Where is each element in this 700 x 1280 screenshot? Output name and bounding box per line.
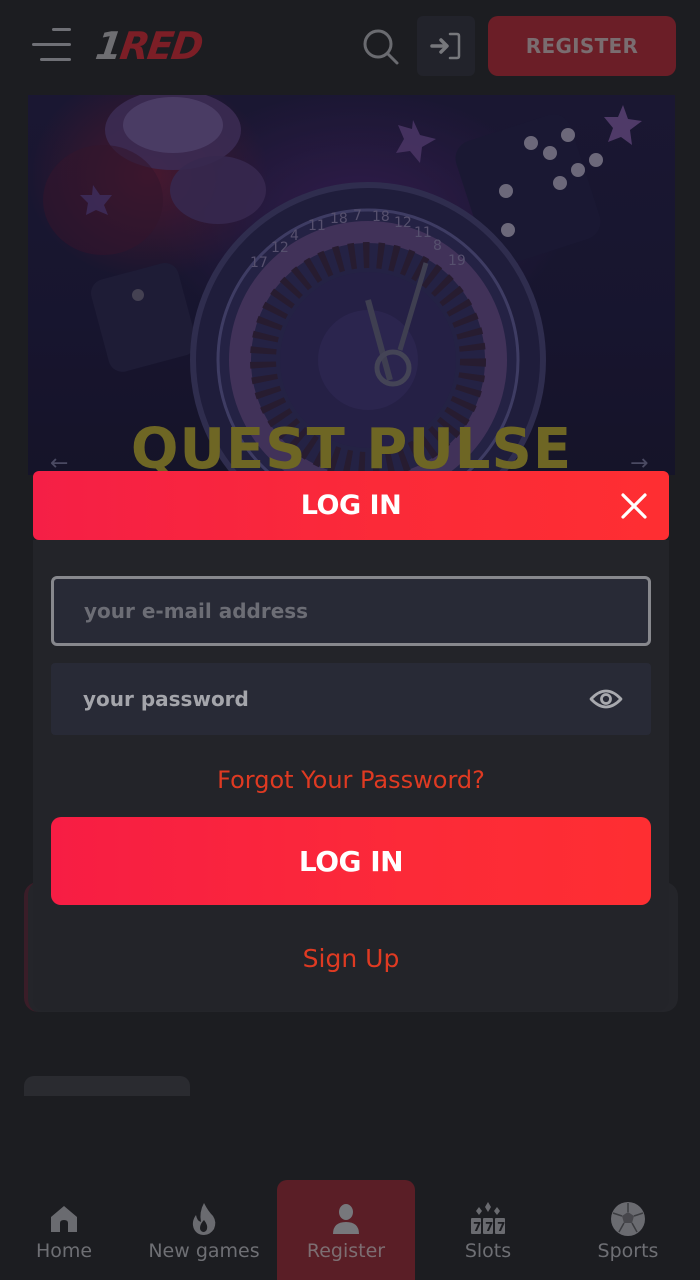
login-submit-button[interactable]: LOG IN <box>51 817 651 905</box>
sign-up-link[interactable]: Sign Up <box>33 944 669 973</box>
hamburger-icon[interactable] <box>32 26 72 62</box>
nav-item-register[interactable]: Register <box>277 1180 415 1280</box>
login-icon-button[interactable] <box>417 16 475 76</box>
sign-in-icon <box>430 32 461 60</box>
logo-text: RED <box>117 24 205 68</box>
soccer-ball-icon <box>611 1202 645 1236</box>
nav-label: Slots <box>464 1240 512 1262</box>
hero-title: QUEST PULSE <box>130 417 573 475</box>
email-input[interactable] <box>84 599 618 623</box>
nav-item-sports[interactable]: Sports <box>578 1180 678 1280</box>
nav-label: Register <box>306 1240 386 1262</box>
background-section-tab <box>24 1076 190 1096</box>
password-field-wrapper <box>51 663 651 735</box>
svg-text:7: 7 <box>485 1220 493 1234</box>
nav-label: Home <box>35 1240 93 1262</box>
nav-item-new-games[interactable]: New games <box>140 1180 268 1280</box>
logo[interactable]: 1RED <box>93 22 205 70</box>
login-modal: LOG IN Forgot Your <box>33 471 669 1011</box>
search-icon <box>363 29 399 65</box>
eye-icon <box>589 689 623 709</box>
search-button[interactable] <box>360 26 402 68</box>
forgot-password-link[interactable]: Forgot Your Password? <box>33 766 669 794</box>
header: 1RED REGISTER <box>0 0 700 92</box>
password-input[interactable] <box>83 687 571 711</box>
email-field-wrapper <box>51 576 651 646</box>
svg-text:7: 7 <box>473 1220 481 1234</box>
nav-label: Sports <box>597 1240 659 1262</box>
nav-item-slots[interactable]: 777 Slots <box>440 1180 536 1280</box>
show-password-button[interactable] <box>589 685 623 713</box>
bottom-nav: Home New games Register 7 7 7 Slots Spor… <box>0 1180 700 1280</box>
modal-title: LOG IN <box>300 490 402 521</box>
register-button[interactable]: REGISTER <box>488 16 676 76</box>
flame-icon <box>192 1203 216 1235</box>
nav-item-home[interactable]: Home <box>14 1180 114 1280</box>
close-icon <box>621 493 647 519</box>
slot-machine-icon: 777 <box>471 1202 505 1234</box>
nav-label: New games <box>148 1240 260 1262</box>
page: 1RED REGISTER 17 12 4 11 18 7 18 12 11 8… <box>0 0 700 1280</box>
home-icon <box>51 1206 77 1232</box>
hero-banner[interactable]: 17 12 4 11 18 7 18 12 11 8 19 QUEST PULS… <box>28 95 675 475</box>
close-button[interactable] <box>619 491 649 521</box>
user-icon <box>333 1204 359 1234</box>
svg-text:7: 7 <box>497 1220 505 1234</box>
modal-body: Forgot Your Password? LOG IN <box>33 540 669 1011</box>
modal-header: LOG IN <box>33 471 669 540</box>
